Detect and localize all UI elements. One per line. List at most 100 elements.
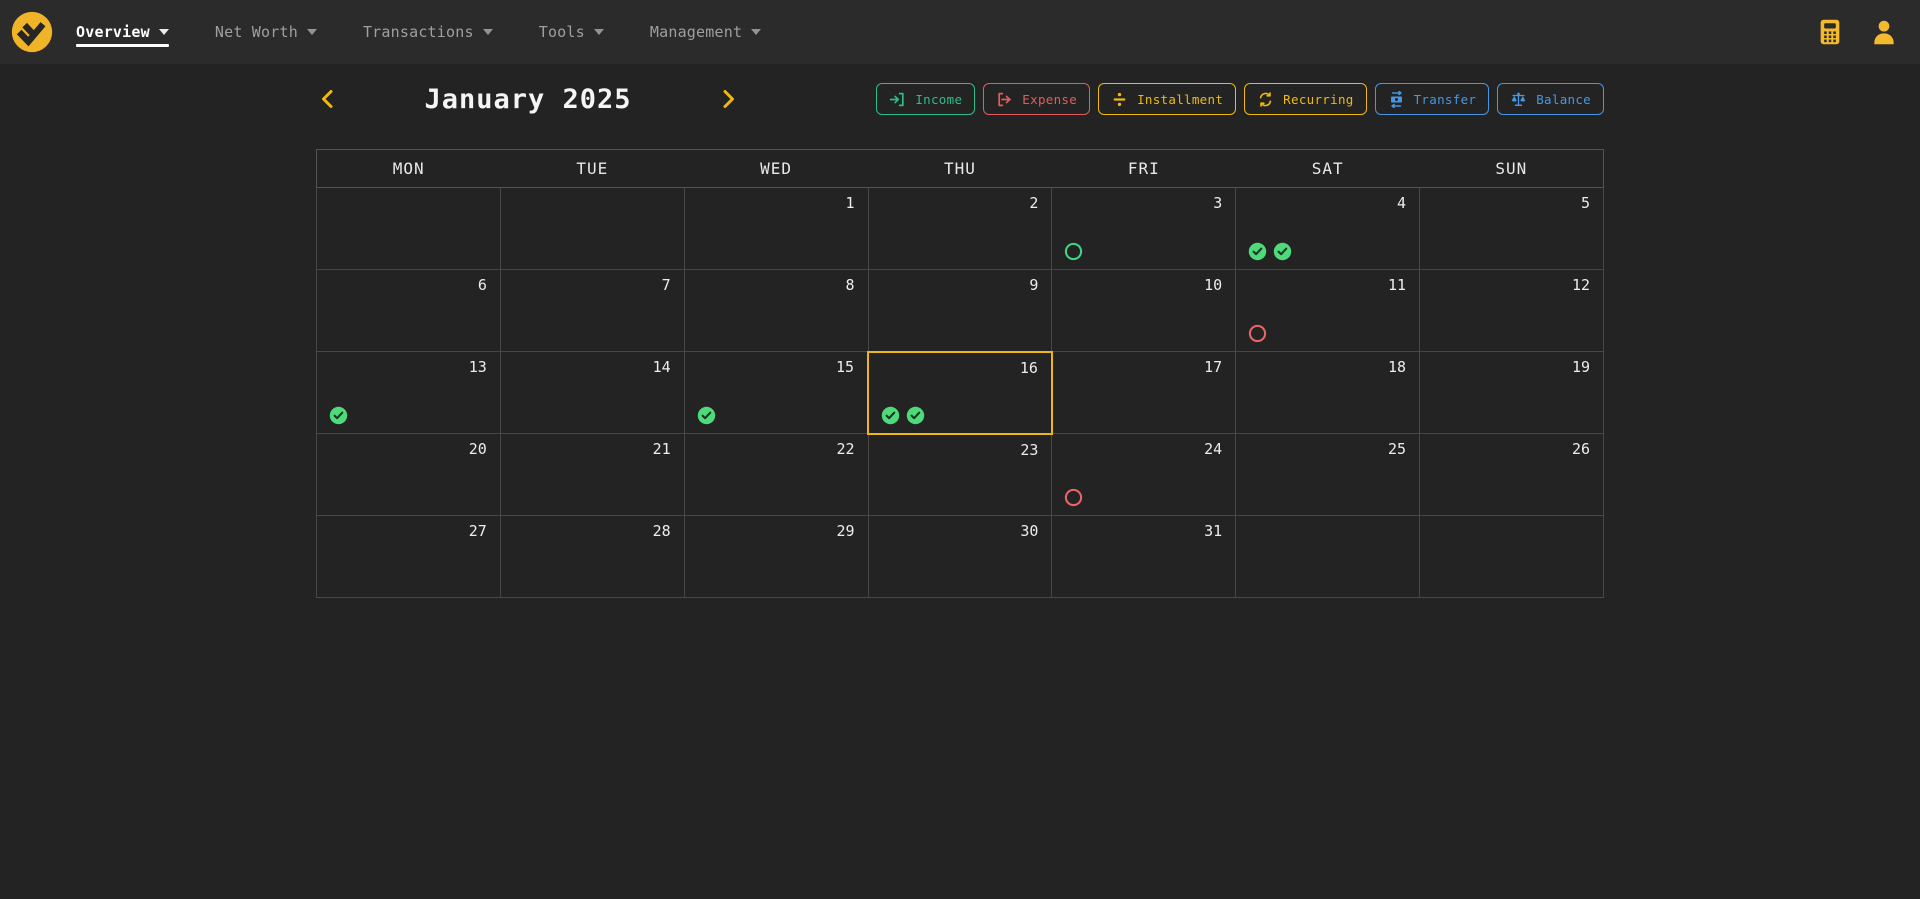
calendar-week-row: 12 34 5 [317, 188, 1604, 270]
chevron-down-icon [159, 29, 169, 35]
day-cell-2[interactable]: 2 [868, 188, 1052, 270]
day-cell-16[interactable]: 16 [868, 352, 1052, 434]
scale-icon [1510, 91, 1527, 108]
transaction-markers [1064, 242, 1083, 261]
day-cell-18[interactable]: 18 [1236, 352, 1420, 434]
weekday-header-tue: TUE [500, 150, 684, 188]
legend-button-recurring[interactable]: Recurring [1244, 83, 1366, 115]
arrow-right-from-bracket-icon [996, 91, 1013, 108]
calendar-toolbar: January 2025 Income Expense Installment Rec… [316, 83, 1604, 115]
day-cell-9[interactable]: 9 [868, 270, 1052, 352]
nav-item-label: Management [650, 23, 742, 41]
calendar-table: MONTUEWEDTHUFRISATSUN 123456789101112131… [316, 149, 1604, 598]
day-cell-8[interactable]: 8 [684, 270, 868, 352]
day-number: 9 [1029, 276, 1038, 294]
chevron-down-icon [483, 29, 493, 35]
next-month-button[interactable] [716, 87, 740, 111]
nav-item-label: Transactions [363, 23, 474, 41]
day-cell-17[interactable]: 17 [1052, 352, 1236, 434]
green-check-marker-icon [906, 406, 925, 425]
weekday-header-thu: THU [868, 150, 1052, 188]
arrow-right-to-bracket-icon [889, 91, 906, 108]
day-cell-15[interactable]: 15 [684, 352, 868, 434]
chevron-right-icon [716, 87, 740, 111]
legend-button-transfer[interactable]: Transfer [1375, 83, 1490, 115]
day-cell-empty [317, 188, 501, 270]
calculator-icon[interactable] [1816, 17, 1844, 47]
day-number: 14 [653, 358, 671, 376]
app-logo[interactable] [10, 10, 54, 54]
day-cell-21[interactable]: 21 [500, 434, 684, 516]
day-number: 11 [1388, 276, 1406, 294]
day-cell-25[interactable]: 25 [1236, 434, 1420, 516]
day-cell-10[interactable]: 10 [1052, 270, 1236, 352]
legend-button-balance[interactable]: Balance [1497, 83, 1604, 115]
money-transfer-icon [1388, 91, 1405, 108]
previous-month-button[interactable] [316, 87, 340, 111]
nav-item-overview[interactable]: Overview [76, 0, 169, 64]
green-check-marker-icon [697, 406, 716, 425]
day-cell-24[interactable]: 24 [1052, 434, 1236, 516]
day-cell-22[interactable]: 22 [684, 434, 868, 516]
user-icon[interactable] [1870, 17, 1898, 47]
weekday-header-fri: FRI [1052, 150, 1236, 188]
day-number: 5 [1581, 194, 1590, 212]
legend-button-label: Balance [1536, 92, 1591, 107]
day-cell-11[interactable]: 11 [1236, 270, 1420, 352]
calendar-week-row: 20 21 22 23 24 25 26 [317, 434, 1604, 516]
nav-item-label: Net Worth [215, 23, 298, 41]
day-number: 25 [1388, 440, 1406, 458]
day-cell-12[interactable]: 12 [1420, 270, 1604, 352]
day-cell-5[interactable]: 5 [1420, 188, 1604, 270]
legend-button-label: Installment [1137, 92, 1223, 107]
day-cell-28[interactable]: 28 [500, 516, 684, 598]
transaction-markers [1248, 324, 1267, 343]
day-cell-31[interactable]: 31 [1052, 516, 1236, 598]
day-cell-23[interactable]: 23 [868, 434, 1052, 516]
day-cell-27[interactable]: 27 [317, 516, 501, 598]
day-cell-13[interactable]: 13 [317, 352, 501, 434]
nav-item-net-worth[interactable]: Net Worth [215, 0, 317, 64]
day-number: 17 [1204, 358, 1222, 376]
day-number: 18 [1388, 358, 1406, 376]
day-number: 7 [662, 276, 671, 294]
day-cell-30[interactable]: 30 [868, 516, 1052, 598]
day-number: 21 [653, 440, 671, 458]
day-cell-20[interactable]: 20 [317, 434, 501, 516]
green-check-marker-icon [881, 406, 900, 425]
day-number: 24 [1204, 440, 1222, 458]
day-cell-1[interactable]: 1 [684, 188, 868, 270]
chevron-down-icon [751, 29, 761, 35]
chevron-down-icon [307, 29, 317, 35]
day-number: 29 [836, 522, 854, 540]
day-cell-3[interactable]: 3 [1052, 188, 1236, 270]
day-number: 31 [1204, 522, 1222, 540]
legend-button-income[interactable]: Income [876, 83, 975, 115]
day-cell-26[interactable]: 26 [1420, 434, 1604, 516]
day-number: 22 [836, 440, 854, 458]
weekday-header-mon: MON [317, 150, 501, 188]
day-number: 3 [1213, 194, 1222, 212]
day-cell-6[interactable]: 6 [317, 270, 501, 352]
day-number: 6 [478, 276, 487, 294]
chevron-down-icon [594, 29, 604, 35]
day-cell-14[interactable]: 14 [500, 352, 684, 434]
day-cell-7[interactable]: 7 [500, 270, 684, 352]
day-number: 27 [469, 522, 487, 540]
weekday-header: MONTUEWEDTHUFRISATSUN [317, 150, 1604, 188]
legend-button-expense[interactable]: Expense [983, 83, 1090, 115]
navbar-right [1816, 17, 1898, 47]
nav-item-management[interactable]: Management [650, 0, 761, 64]
green-check-marker-icon [1273, 242, 1292, 261]
month-navigation: January 2025 [316, 84, 740, 115]
legend-button-installment[interactable]: Installment [1098, 83, 1236, 115]
nav-item-transactions[interactable]: Transactions [363, 0, 493, 64]
day-cell-29[interactable]: 29 [684, 516, 868, 598]
day-number: 26 [1572, 440, 1590, 458]
legend-button-label: Income [915, 92, 962, 107]
weekday-header-wed: WED [684, 150, 868, 188]
day-cell-19[interactable]: 19 [1420, 352, 1604, 434]
nav-item-tools[interactable]: Tools [539, 0, 604, 64]
transaction-markers [1064, 488, 1083, 507]
day-cell-4[interactable]: 4 [1236, 188, 1420, 270]
